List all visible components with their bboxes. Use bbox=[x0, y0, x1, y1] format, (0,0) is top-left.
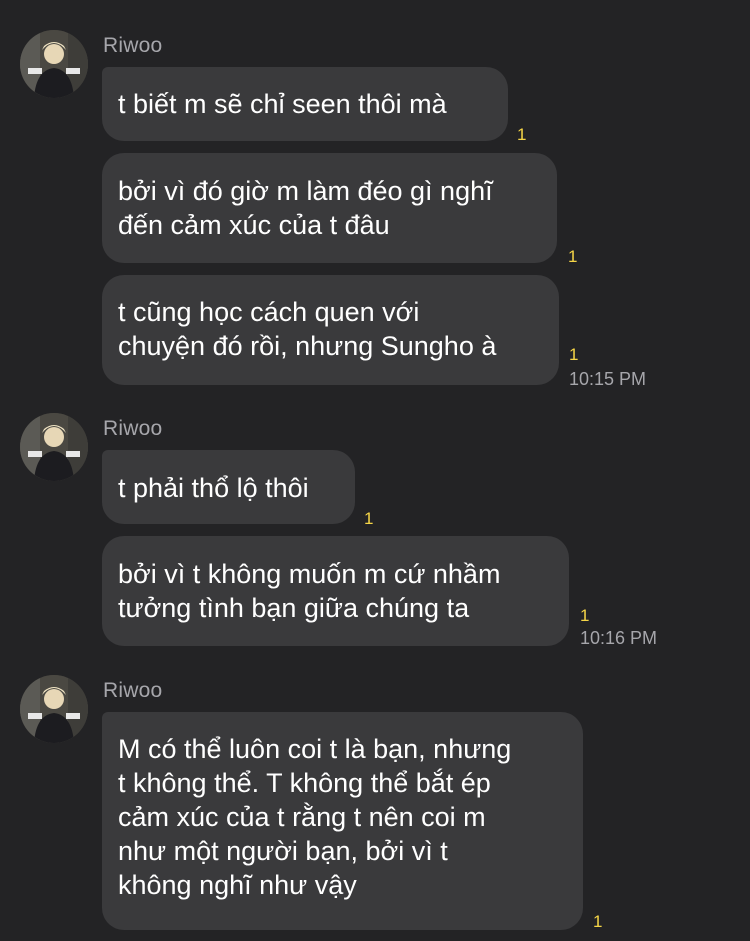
message-text: bởi vì đó giờ m làm đéo gì nghĩ bbox=[118, 176, 493, 206]
message-text: t biết m sẽ chỉ seen thôi mà bbox=[118, 89, 447, 119]
message-timestamp: 10:15 PM bbox=[569, 369, 647, 389]
message-bubble[interactable]: t phải thổ lộ thôi bbox=[102, 450, 355, 524]
message-text: cảm xúc của t rằng t nên coi m bbox=[118, 802, 486, 832]
message-bubble[interactable]: M có thể luôn coi t là bạn, nhưng t khôn… bbox=[102, 712, 583, 930]
unread-count: 1 bbox=[568, 247, 578, 266]
message-text: đến cảm xúc của t đâu bbox=[118, 210, 390, 240]
profile-photo-icon bbox=[20, 413, 88, 481]
message-text: M có thể luôn coi t là bạn, nhưng bbox=[118, 734, 512, 764]
profile-photo-icon bbox=[20, 30, 88, 98]
avatar[interactable] bbox=[20, 413, 88, 481]
message-text: chuyện đó rồi, nhưng Sungho à bbox=[118, 331, 497, 361]
profile-photo-icon bbox=[20, 675, 88, 743]
sender-name: Riwoo bbox=[103, 34, 163, 57]
message-text: như một người bạn, bởi vì t bbox=[118, 836, 448, 866]
message-bubble[interactable]: bởi vì t không muốn m cứ nhầm tưởng tình… bbox=[102, 536, 569, 646]
sender-name: Riwoo bbox=[103, 417, 163, 440]
message-bubble[interactable]: t biết m sẽ chỉ seen thôi mà bbox=[102, 67, 508, 141]
message-text: không nghĩ như vậy bbox=[118, 870, 357, 900]
avatar[interactable] bbox=[20, 30, 88, 98]
unread-count: 1 bbox=[517, 125, 527, 144]
message-bubble[interactable]: bởi vì đó giờ m làm đéo gì nghĩ đến cảm … bbox=[102, 153, 557, 263]
avatar[interactable] bbox=[20, 675, 88, 743]
message-bubble[interactable]: t cũng học cách quen với chuyện đó rồi, … bbox=[102, 275, 559, 385]
message-text: t phải thổ lộ thôi bbox=[118, 473, 309, 503]
message-timestamp: 10:16 PM bbox=[580, 628, 658, 648]
unread-count: 1 bbox=[593, 912, 603, 931]
unread-count: 1 bbox=[364, 509, 374, 528]
message-text: bởi vì t không muốn m cứ nhầm bbox=[118, 559, 501, 589]
message-text: t cũng học cách quen với bbox=[118, 297, 420, 327]
unread-count: 1 bbox=[569, 345, 579, 364]
message-text: tưởng tình bạn giữa chúng ta bbox=[118, 593, 470, 623]
message-text: t không thể. T không thể bắt ép bbox=[118, 768, 491, 798]
unread-count: 1 bbox=[580, 606, 590, 625]
sender-name: Riwoo bbox=[103, 679, 163, 702]
